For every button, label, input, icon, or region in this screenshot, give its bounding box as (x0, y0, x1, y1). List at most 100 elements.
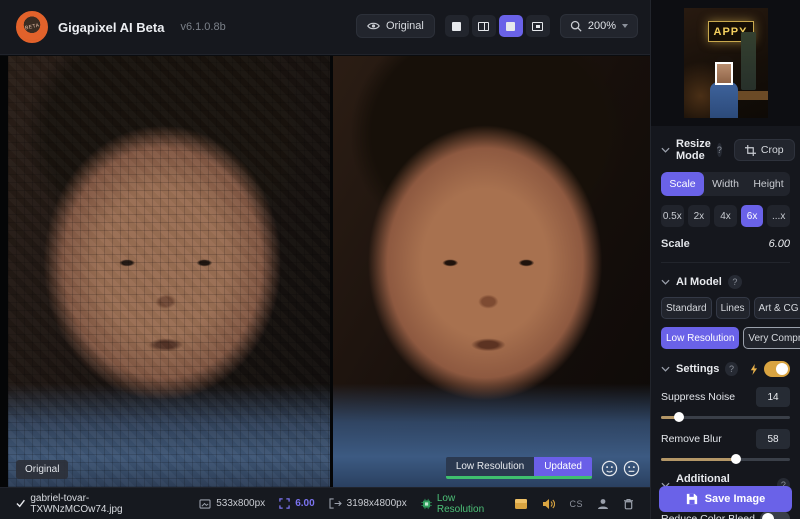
processed-image-panel[interactable]: Low Resolution Updated (333, 56, 650, 487)
show-original-button[interactable]: Original (356, 14, 435, 38)
ai-model-help-icon[interactable]: ? (728, 275, 742, 289)
preset-4x[interactable]: 4x (714, 205, 737, 227)
result-status-label: Updated (534, 457, 592, 476)
original-label-chip: Original (16, 460, 68, 479)
model-low-resolution-button[interactable]: Low Resolution (661, 327, 739, 349)
scale-presets: 0.5x 2x 4x 6x ...x (661, 205, 790, 227)
active-model-indicator: Low Resolution (421, 493, 501, 515)
save-image-label: Save Image (705, 493, 766, 505)
remove-blur-control: Remove Blur 58 (661, 429, 790, 461)
face-selection-box[interactable] (715, 62, 733, 85)
bottom-bar: gabriel-tovar-TXWNzMCOw74.jpg 533x800px … (0, 487, 650, 519)
gigapixel-logo-icon: BETA (16, 11, 48, 43)
crop-label: Crop (761, 144, 784, 156)
original-image (8, 56, 330, 487)
top-bar: BETA Gigapixel AI Beta v6.1.0.8b Origina… (0, 0, 650, 55)
account-button[interactable] (597, 498, 609, 510)
expand-icon (279, 498, 290, 509)
result-model-label: Low Resolution (446, 457, 534, 476)
view-side-by-side-button[interactable] (499, 15, 523, 37)
processed-image (333, 56, 650, 487)
scale-indicator[interactable]: 6.00 (279, 498, 314, 509)
check-icon (16, 499, 25, 508)
preset-custom[interactable]: ...x (767, 205, 790, 227)
settings-title: Settings (676, 363, 719, 375)
zoom-level: 200% (588, 20, 616, 32)
settings-section: Settings ? Suppress Noise 14 Remove Blur (651, 361, 800, 461)
model-art-cg-button[interactable]: Art & CG (754, 297, 800, 319)
preset-6x[interactable]: 6x (741, 205, 764, 227)
result-badge: Low Resolution Updated (446, 457, 592, 479)
speaker-icon (542, 498, 555, 510)
export-icon (329, 498, 342, 509)
feedback-buttons (601, 460, 640, 477)
image-viewer: Original Low Resolution Updated (0, 56, 650, 487)
resize-tabs: Scale Width Height (661, 172, 790, 196)
thumbnail-boy (710, 82, 738, 118)
person-icon (597, 498, 609, 510)
chevron-down-icon[interactable] (661, 147, 670, 153)
auto-settings-toggle[interactable] (764, 361, 790, 377)
crop-button[interactable]: Crop (734, 139, 795, 161)
reduce-color-bleed-label: Reduce Color Bleed (661, 513, 755, 519)
navigator-thumbnail[interactable]: APPY (684, 8, 768, 118)
app-title: Gigapixel AI Beta (58, 20, 164, 35)
model-very-compressed-button[interactable]: Very Compressed (743, 327, 800, 349)
model-standard-button[interactable]: Standard (661, 297, 712, 319)
thumbnail-door (741, 32, 756, 90)
view-single-button[interactable] (445, 15, 469, 37)
ai-chip-icon (421, 498, 432, 510)
settings-help-icon[interactable]: ? (725, 362, 737, 376)
active-model-label: Low Resolution (437, 493, 501, 515)
model-lines-button[interactable]: Lines (716, 297, 750, 319)
user-initials: CS (569, 499, 583, 509)
chevron-down-icon[interactable] (661, 366, 670, 372)
resize-help-icon[interactable]: ? (717, 143, 722, 157)
scale-value[interactable]: 6.00 (769, 238, 790, 250)
suppress-noise-label: Suppress Noise (661, 391, 735, 403)
logo-beta-text: BETA (24, 23, 40, 32)
reduce-color-bleed-toggle[interactable] (760, 511, 790, 519)
output-size: 3198x4800px (329, 498, 407, 509)
chevron-down-icon[interactable] (661, 279, 670, 285)
save-icon (686, 493, 698, 505)
input-size-value: 533x800px (216, 498, 265, 509)
happy-face-icon[interactable] (601, 460, 618, 477)
preset-0.5x[interactable]: 0.5x (661, 205, 684, 227)
file-entry[interactable]: gabriel-tovar-TXWNzMCOw74.jpg (16, 493, 171, 515)
suppress-noise-value[interactable]: 14 (756, 387, 790, 407)
zoom-control[interactable]: 200% (560, 14, 638, 38)
crop-icon (745, 145, 756, 156)
tab-height[interactable]: Height (747, 172, 790, 196)
resize-mode-section: Resize Mode ? Crop Scale Width Height 0.… (651, 138, 800, 263)
slider-handle[interactable] (674, 412, 684, 422)
suppress-noise-slider[interactable] (661, 416, 790, 419)
neutral-face-icon[interactable] (623, 460, 640, 477)
slider-handle[interactable] (731, 454, 741, 464)
output-size-value: 3198x4800px (347, 498, 407, 509)
remove-blur-value[interactable]: 58 (756, 429, 790, 449)
view-comparison-button[interactable] (526, 15, 550, 37)
side-by-side-view-icon (506, 22, 515, 31)
suppress-noise-control: Suppress Noise 14 (661, 387, 790, 419)
save-image-button[interactable]: Save Image (659, 486, 792, 512)
single-view-icon (452, 22, 461, 31)
comparison-view-icon (532, 22, 543, 31)
brand: BETA Gigapixel AI Beta v6.1.0.8b (16, 11, 226, 43)
tab-width[interactable]: Width (704, 172, 747, 196)
delete-button[interactable] (623, 498, 634, 510)
image-size-icon (199, 499, 211, 509)
preview-quality-button[interactable] (514, 498, 528, 510)
app-version: v6.1.0.8b (180, 21, 225, 33)
scale-indicator-value: 6.00 (295, 498, 314, 509)
view-split-button[interactable] (472, 15, 496, 37)
remove-blur-label: Remove Blur (661, 433, 722, 445)
preset-2x[interactable]: 2x (688, 205, 711, 227)
filename: gabriel-tovar-TXWNzMCOw74.jpg (30, 493, 171, 515)
original-image-panel[interactable]: Original (8, 56, 330, 487)
remove-blur-slider[interactable] (661, 458, 790, 461)
divider (661, 262, 790, 263)
tab-scale[interactable]: Scale (661, 172, 704, 196)
sound-button[interactable] (542, 498, 555, 510)
trash-icon (623, 498, 634, 510)
